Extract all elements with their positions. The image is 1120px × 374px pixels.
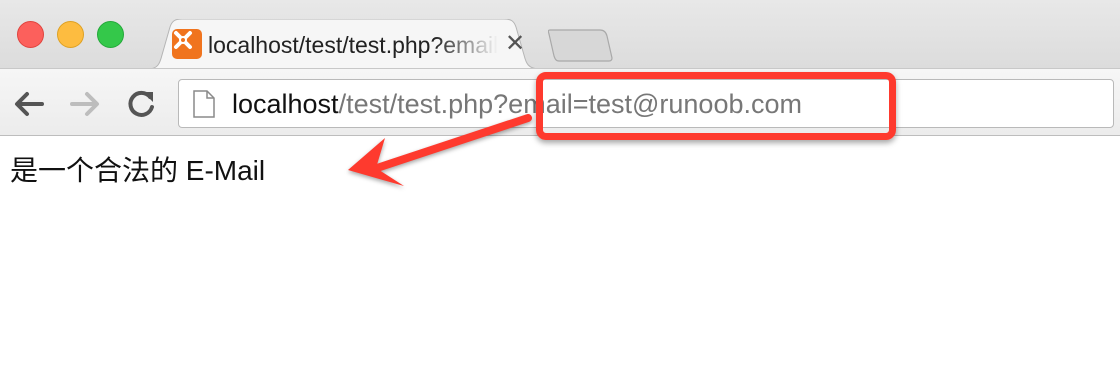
- tab-title: localhost/test/test.php?email=test@runoo…: [208, 32, 498, 58]
- tab-strip: localhost/test/test.php?email=test@runoo…: [0, 0, 1120, 69]
- tab-close-icon[interactable]: ✕: [503, 32, 527, 56]
- xampp-icon: [172, 29, 202, 59]
- window-maximize-button[interactable]: [97, 21, 124, 48]
- forward-button[interactable]: [70, 89, 102, 119]
- arrow-right-icon: [70, 92, 99, 116]
- window-minimize-button[interactable]: [57, 21, 84, 48]
- reload-icon: [128, 90, 154, 117]
- page-message: 是一个合法的 E-Mail: [10, 155, 266, 186]
- annotation-highlight-box: [536, 72, 896, 140]
- browser-tab[interactable]: localhost/test/test.php?email=test@runoo…: [148, 19, 540, 69]
- url-host: localhost: [232, 89, 339, 119]
- back-button[interactable]: [12, 89, 44, 119]
- arrow-left-icon: [15, 92, 44, 116]
- page-icon: [193, 90, 215, 118]
- window-close-button[interactable]: [17, 21, 44, 48]
- reload-button[interactable]: [126, 89, 158, 119]
- new-tab-button[interactable]: [547, 28, 614, 62]
